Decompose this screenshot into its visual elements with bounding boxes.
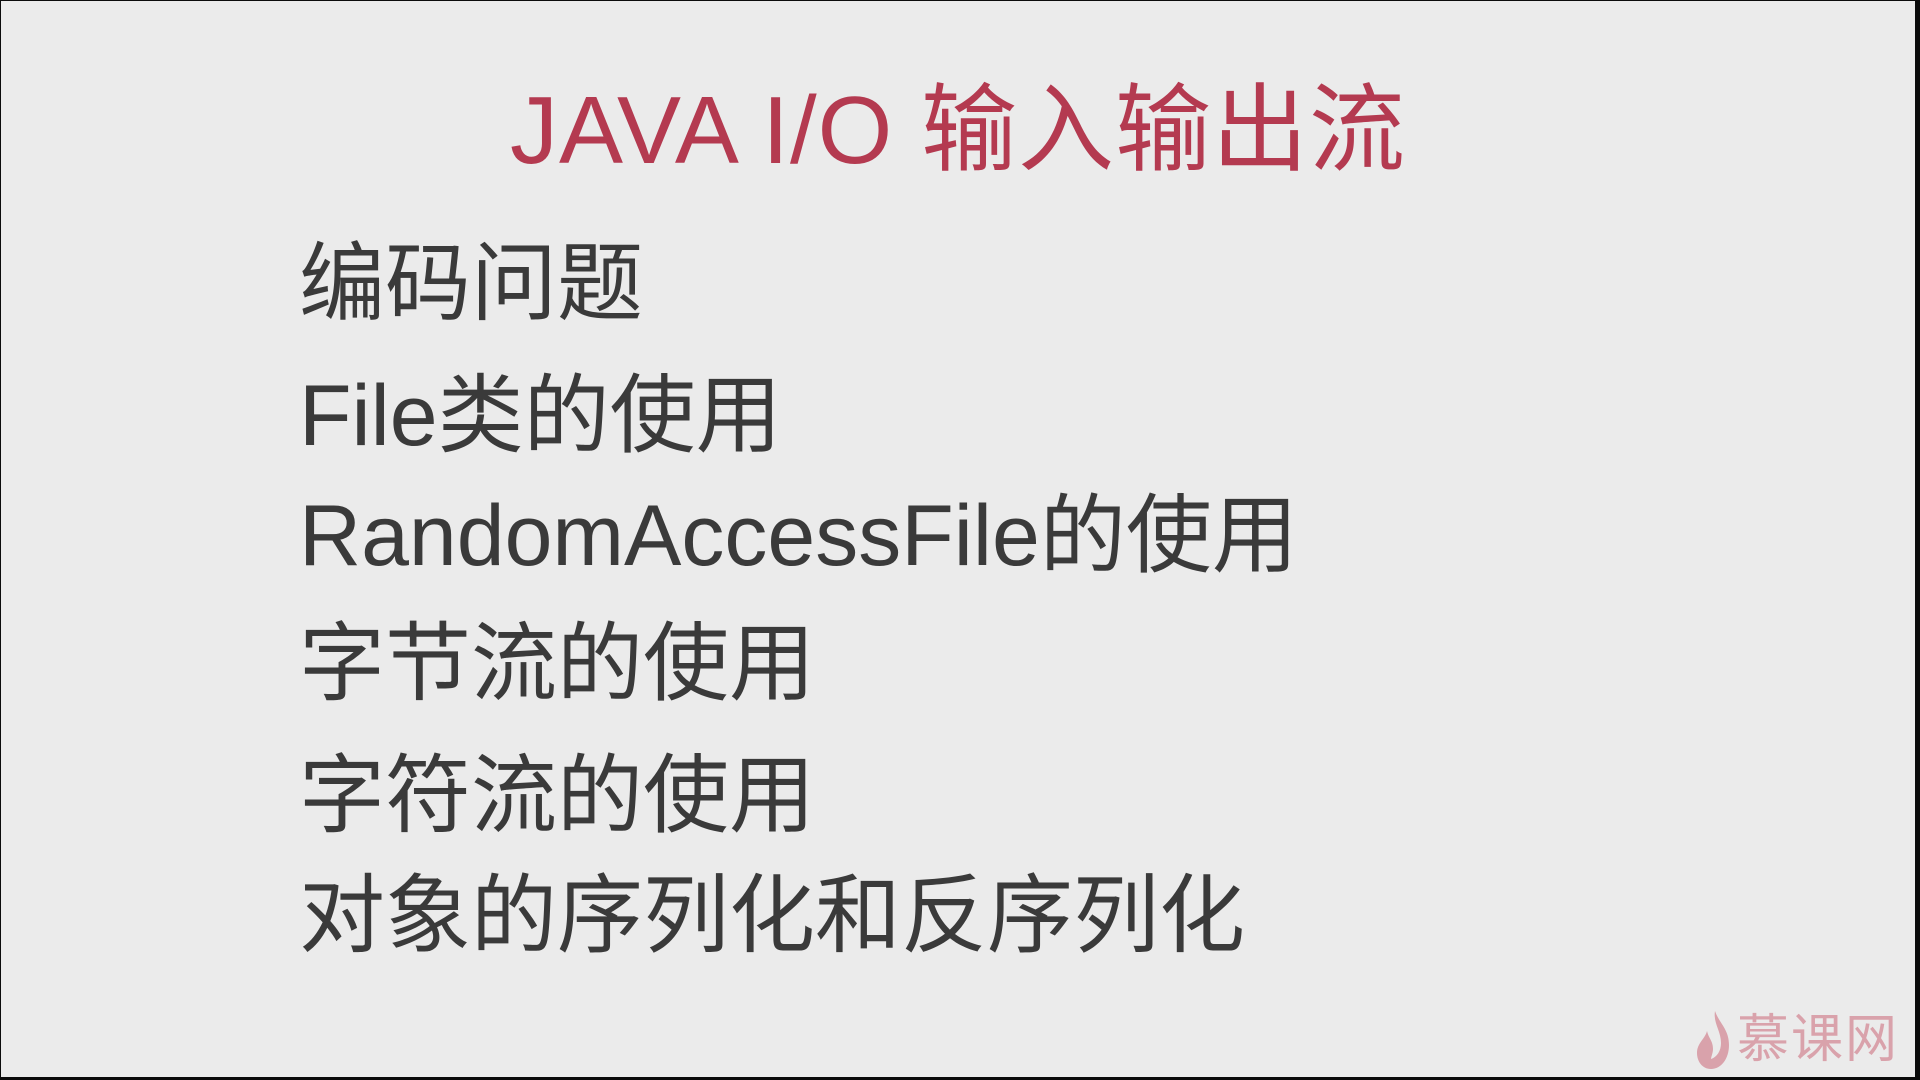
slide-title: JAVA I/O 输入输出流: [510, 77, 1406, 184]
flame-icon: [1696, 1011, 1729, 1069]
topic-item-byte-stream: 字节流的使用: [299, 616, 815, 712]
slide: JAVA I/O 输入输出流 编码问题 File类的使用 RandomAcces…: [1, 1, 1915, 1077]
topic-item-serialization: 对象的序列化和反序列化: [299, 868, 1245, 964]
topic-item-random-access-file: RandomAccessFile的使用: [299, 488, 1298, 584]
topic-item-encoding: 编码问题: [299, 236, 643, 332]
watermark-text: 慕课网: [1736, 1011, 1899, 1069]
watermark-logo: 慕课网: [1693, 1005, 1899, 1075]
topic-item-file-class: File类的使用: [299, 368, 782, 464]
topic-item-char-stream: 字符流的使用: [299, 748, 815, 844]
